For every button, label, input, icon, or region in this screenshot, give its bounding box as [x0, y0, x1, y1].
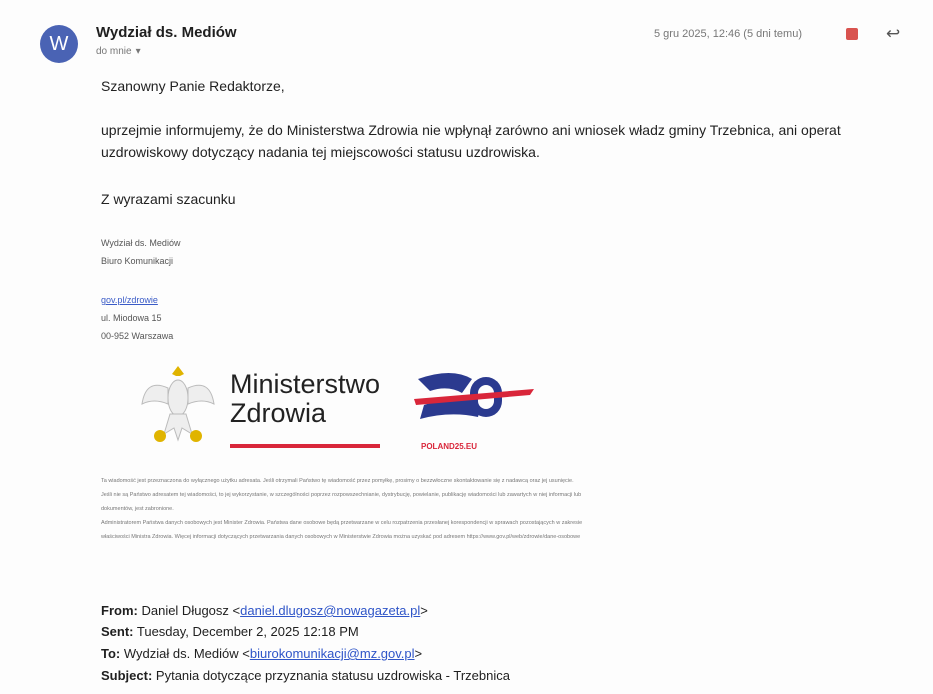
to-email-link[interactable]: biurokomunikacji@mz.gov.pl — [250, 646, 415, 661]
sent-label: Sent: — [101, 624, 134, 639]
subject-value: Pytania dotyczące przyznania statusu uzd… — [155, 668, 510, 683]
email-date: 5 gru 2025, 12:46 (5 dni temu) — [654, 28, 802, 40]
signature-address: gov.pl/zdrowie ul. Miodowa 15 00-952 War… — [101, 291, 173, 345]
disclaimer: Ta wiadomość jest przeznaczona do wyłącz… — [101, 474, 931, 544]
quoted-subject: Subject: Pytania dotyczące przyznania st… — [101, 668, 510, 683]
avatar[interactable]: W — [40, 25, 78, 63]
reply-icon[interactable]: ↩ — [886, 24, 900, 44]
from-label: From: — [101, 603, 138, 618]
sender-name: Wydział ds. Mediów — [96, 24, 237, 41]
chevron-down-icon[interactable]: ▾ — [136, 46, 141, 57]
recipient-label: do mnie — [96, 46, 132, 57]
ministry-line2: Zdrowia — [230, 398, 327, 428]
message-body: uprzejmie informujemy, że do Ministerstw… — [101, 122, 841, 160]
recipient-line[interactable]: do mnie ▾ — [96, 46, 141, 57]
disclaimer-line: Administratorem Państwa danych osobowych… — [101, 520, 583, 526]
from-name: Daniel Długosz < — [141, 603, 241, 618]
disclaimer-line: Ta wiadomość jest przeznaczona do wyłącz… — [101, 478, 574, 484]
signature-office: Biuro Komunikacji — [101, 256, 174, 266]
greeting: Szanowny Panie Redaktorze, — [101, 78, 285, 94]
ministry-line1: Ministerstwo — [230, 369, 381, 399]
from-end: > — [420, 603, 428, 618]
to-label: To: — [101, 646, 121, 661]
to-name: Wydział ds. Mediów < — [123, 646, 250, 661]
signature-dept: Wydział ds. Mediów Biuro Komunikacji — [101, 234, 180, 270]
signature-city: 00-952 Warszawa — [101, 331, 174, 341]
from-email-link[interactable]: daniel.dlugosz@nowagazeta.pl — [240, 603, 420, 618]
disclaimer-line: dokumentów, jest zabronione. — [101, 506, 174, 512]
ministry-logo-text: Ministerstwo Zdrowia — [230, 370, 380, 428]
important-flag-icon[interactable] — [846, 28, 858, 40]
eu-label: POLAND25.EU — [421, 442, 478, 451]
signature-street: ul. Miodowa 15 — [101, 313, 162, 323]
quoted-to: To: Wydział ds. Mediów <biurokomunikacji… — [101, 646, 422, 661]
quoted-from: From: Daniel Długosz <daniel.dlugosz@now… — [101, 603, 428, 618]
disclaimer-line: właściwości Ministra Zdrowia. Więcej inf… — [101, 534, 581, 540]
subject-label: Subject: — [101, 668, 153, 683]
disclaimer-line: Jeśli nie są Państwo adresatem tej wiado… — [101, 492, 582, 498]
quoted-sent: Sent: Tuesday, December 2, 2025 12:18 PM — [101, 624, 359, 639]
signature-link[interactable]: gov.pl/zdrowie — [101, 291, 173, 309]
ministry-underline — [230, 444, 380, 448]
signature-dept-name: Wydział ds. Mediów — [101, 238, 181, 248]
closing: Z wyrazami szacunku — [101, 191, 236, 207]
eu-presidency-logo-icon — [414, 373, 534, 419]
eagle-emblem-icon — [141, 366, 215, 442]
sent-value: Tuesday, December 2, 2025 12:18 PM — [136, 624, 359, 639]
to-end: > — [414, 646, 423, 661]
